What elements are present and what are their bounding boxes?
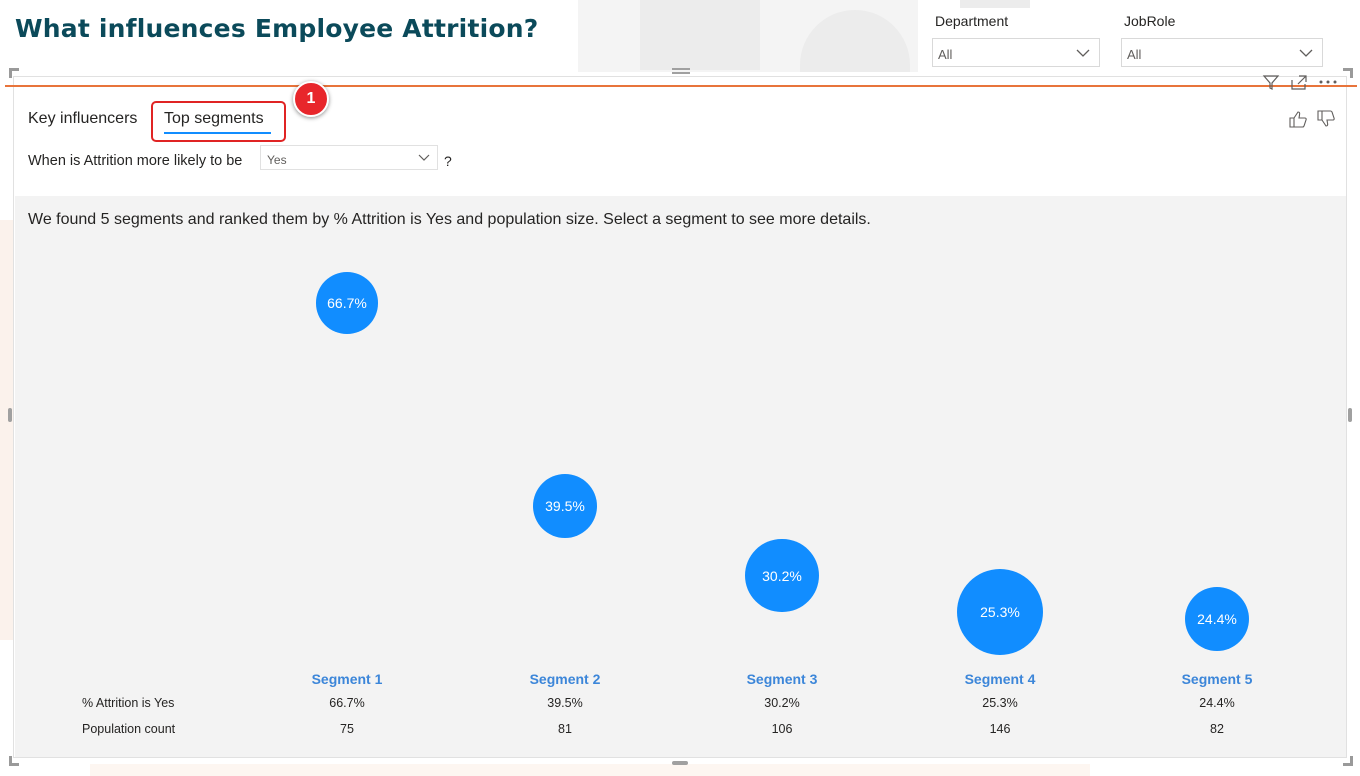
- resize-handle-bottom[interactable]: [672, 761, 688, 765]
- thumbs-down-icon[interactable]: [1316, 110, 1336, 128]
- more-options-icon[interactable]: [1318, 74, 1338, 90]
- segment-label[interactable]: Segment 2: [505, 671, 625, 687]
- population-cell: 81: [558, 722, 572, 736]
- resize-handle-right[interactable]: [1348, 408, 1352, 422]
- population-cell: 146: [989, 722, 1011, 736]
- drag-handle[interactable]: [672, 68, 690, 76]
- thumbs-up-icon[interactable]: [1288, 110, 1308, 128]
- jobrole-dropdown[interactable]: All: [1121, 38, 1323, 67]
- feedback-icons: [1288, 110, 1336, 128]
- segment-label[interactable]: Segment 3: [722, 671, 842, 687]
- segment-bubble[interactable]: 24.4%: [1184, 586, 1250, 652]
- resize-corner[interactable]: [1343, 68, 1353, 78]
- population-cell: 106: [771, 722, 793, 736]
- resize-corner[interactable]: [9, 756, 19, 766]
- segment-bubble[interactable]: 66.7%: [316, 272, 378, 334]
- attrition-value-dropdown[interactable]: Yes: [260, 145, 438, 170]
- department-slicer-label: Department: [935, 13, 1009, 29]
- visual-header-icons: [1262, 74, 1338, 90]
- segment-bubble[interactable]: 25.3%: [957, 569, 1043, 656]
- background-shape: [0, 220, 14, 640]
- focus-mode-icon[interactable]: [1290, 74, 1308, 90]
- background-shape: [960, 0, 1030, 8]
- department-dropdown[interactable]: All: [932, 38, 1100, 67]
- attrition-cell: 30.2%: [764, 696, 800, 710]
- chevron-down-icon: [1299, 49, 1313, 57]
- attrition-cell: 39.5%: [547, 696, 583, 710]
- chevron-down-icon: [1076, 49, 1090, 57]
- background-shape: [90, 764, 1090, 776]
- attrition-cell: 66.7%: [329, 696, 365, 710]
- segment-label[interactable]: Segment 4: [940, 671, 1060, 687]
- segment-bubble[interactable]: 39.5%: [532, 474, 598, 539]
- row-label-population: Population count: [82, 722, 176, 736]
- segment-label[interactable]: Segment 1: [287, 671, 407, 687]
- chevron-down-icon: [418, 154, 430, 161]
- resize-handle-left[interactable]: [8, 408, 12, 422]
- tab-highlight-box: [151, 101, 286, 142]
- attrition-cell: 25.3%: [982, 696, 1018, 710]
- jobrole-dropdown-value: All: [1127, 47, 1142, 62]
- segments-summary: We found 5 segments and ranked them by %…: [28, 211, 871, 228]
- attrition-cell: 24.4%: [1199, 696, 1235, 710]
- department-dropdown-value: All: [938, 47, 953, 62]
- report-title: What influences Employee Attrition?: [15, 14, 539, 43]
- background-shape: [640, 0, 760, 70]
- separator-line: [5, 85, 1357, 87]
- segments-panel: [15, 196, 1346, 757]
- question-prefix: When is Attrition more likely to be: [28, 153, 243, 169]
- population-cell: 75: [340, 722, 354, 736]
- segment-label[interactable]: Segment 5: [1157, 671, 1277, 687]
- jobrole-slicer-label: JobRole: [1124, 13, 1176, 29]
- callout-badge-1: 1: [293, 81, 329, 117]
- resize-corner[interactable]: [1343, 756, 1353, 766]
- question-suffix: ?: [444, 153, 452, 169]
- resize-corner[interactable]: [9, 68, 19, 78]
- row-label-attrition: % Attrition is Yes: [82, 696, 175, 710]
- population-cell: 82: [1210, 722, 1224, 736]
- tab-key-influencers[interactable]: Key influencers: [28, 110, 137, 128]
- segment-bubble[interactable]: 30.2%: [745, 539, 819, 613]
- attrition-value-selected: Yes: [267, 153, 287, 167]
- filter-icon[interactable]: [1262, 74, 1280, 90]
